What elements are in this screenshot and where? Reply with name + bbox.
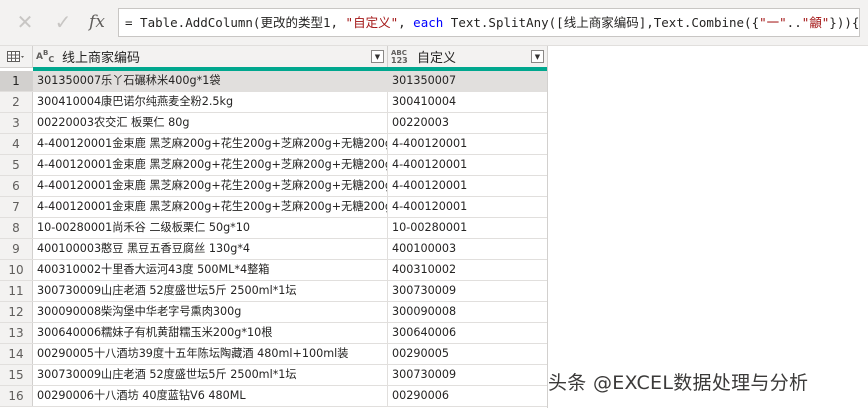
- cell-custom[interactable]: 400100003: [388, 239, 548, 259]
- table-row[interactable]: 14 00290005十八酒坊39度十五年陈坛陶藏酒 480ml+100ml装 00…: [0, 344, 548, 365]
- cell-custom[interactable]: 10-00280001: [388, 218, 548, 238]
- column-header-row: ABCABC 线上商家编码 ▼ ABC 123 自定义 ▼: [0, 46, 548, 68]
- row-number[interactable]: 16: [0, 386, 33, 406]
- cell-online-merchant-code[interactable]: 4-400120001金束鹿 黑芝麻200g+花生200g+芝麻200g+无糖2…: [33, 134, 388, 154]
- cell-custom[interactable]: 300730009: [388, 365, 548, 385]
- column-title: 自定义: [417, 51, 457, 66]
- row-number[interactable]: 12: [0, 302, 33, 322]
- cell-custom[interactable]: 4-400120001: [388, 176, 548, 196]
- cell-custom[interactable]: 300090008: [388, 302, 548, 322]
- cell-online-merchant-code[interactable]: 400100003憨豆 黑豆五香豆腐丝 130g*4: [33, 239, 388, 259]
- row-number[interactable]: 4: [0, 134, 33, 154]
- table-row[interactable]: 3 00220003农交汇 板栗仁 80g 00220003: [0, 113, 548, 134]
- table-row[interactable]: 8 10-00280001尚禾谷 二级板栗仁 50g*10 10-00280001: [0, 218, 548, 239]
- cell-custom[interactable]: 00290005: [388, 344, 548, 364]
- table-row[interactable]: 13 300640006糯妹子有机黄甜糯玉米200g*10根 300640006: [0, 323, 548, 344]
- table-grid-icon: [7, 50, 24, 62]
- grid-border: [547, 46, 548, 408]
- formula-token: ,: [398, 15, 414, 30]
- row-number[interactable]: 15: [0, 365, 33, 385]
- table-row[interactable]: 4 4-400120001金束鹿 黑芝麻200g+花生200g+芝麻200g+无糖…: [0, 134, 548, 155]
- cell-online-merchant-code[interactable]: 300640006糯妹子有机黄甜糯玉米200g*10根: [33, 323, 388, 343]
- column-header-custom[interactable]: ABC 123 自定义 ▼: [388, 46, 548, 67]
- cell-custom[interactable]: 400310002: [388, 260, 548, 280]
- cell-custom[interactable]: 00290006: [388, 386, 548, 406]
- table-body: 1 301350007乐丫石碾秫米400g*1袋 301350007 2 3004100…: [0, 71, 548, 407]
- cell-custom[interactable]: 4-400120001: [388, 155, 548, 175]
- table-row[interactable]: 7 4-400120001金束鹿 黑芝麻200g+花生200g+芝麻200g+无糖…: [0, 197, 548, 218]
- cell-online-merchant-code[interactable]: 400310002十里香大运河43度 500ML*4整箱: [33, 260, 388, 280]
- close-icon[interactable]: ✕: [10, 8, 40, 36]
- cell-custom[interactable]: 300640006: [388, 323, 548, 343]
- row-number[interactable]: 8: [0, 218, 33, 238]
- cell-online-merchant-code[interactable]: 4-400120001金束鹿 黑芝麻200g+花生200g+芝麻200g+无糖2…: [33, 176, 388, 196]
- chevron-down-icon[interactable]: ▼: [371, 50, 384, 63]
- cell-custom[interactable]: 00220003: [388, 113, 548, 133]
- formula-token: })){0}): [829, 15, 860, 30]
- column-title: 线上商家编码: [62, 51, 141, 66]
- watermark-text: 头条 @EXCEL数据处理与分析: [548, 372, 809, 394]
- row-number[interactable]: 11: [0, 281, 33, 301]
- row-number[interactable]: 14: [0, 344, 33, 364]
- formula-input[interactable]: = Table.AddColumn(更改的类型1, "自定义", each Te…: [118, 8, 860, 37]
- cell-custom[interactable]: 4-400120001: [388, 134, 548, 154]
- cell-custom[interactable]: 4-400120001: [388, 197, 548, 217]
- cell-custom[interactable]: 300730009: [388, 281, 548, 301]
- row-number[interactable]: 7: [0, 197, 33, 217]
- row-number[interactable]: 3: [0, 113, 33, 133]
- row-number[interactable]: 6: [0, 176, 33, 196]
- table-menu-icon[interactable]: [0, 46, 33, 67]
- table-row[interactable]: 10 400310002十里香大运河43度 500ML*4整箱 400310002: [0, 260, 548, 281]
- cell-online-merchant-code[interactable]: 300730009山庄老酒 52度盛世坛5斤 2500ml*1坛: [33, 281, 388, 301]
- table-row[interactable]: 9 400100003憨豆 黑豆五香豆腐丝 130g*4 400100003: [0, 239, 548, 260]
- row-number[interactable]: 9: [0, 239, 33, 259]
- table-row[interactable]: 2 300410004康巴诺尔纯燕麦全粉2.5kg 300410004: [0, 92, 548, 113]
- table-row[interactable]: 6 4-400120001金束鹿 黑芝麻200g+花生200g+芝麻200g+无糖…: [0, 176, 548, 197]
- row-number[interactable]: 10: [0, 260, 33, 280]
- table-row[interactable]: 16 00290006十八酒坊 40度蓝钻V6 480ML 00290006: [0, 386, 548, 407]
- formula-bar: ✕ ✓ fx = Table.AddColumn(更改的类型1, "自定义", …: [0, 0, 868, 46]
- row-number[interactable]: 1: [0, 71, 33, 91]
- checkmark-icon[interactable]: ✓: [48, 8, 78, 36]
- cell-online-merchant-code[interactable]: 300410004康巴诺尔纯燕麦全粉2.5kg: [33, 92, 388, 112]
- formula-token: "一": [759, 15, 787, 30]
- row-number[interactable]: 2: [0, 92, 33, 112]
- table-row[interactable]: 5 4-400120001金束鹿 黑芝麻200g+花生200g+芝麻200g+无糖…: [0, 155, 548, 176]
- formula-token: each: [413, 15, 444, 30]
- formula-token: = Table.AddColumn(更改的类型1,: [125, 15, 346, 30]
- cell-online-merchant-code[interactable]: 300730009山庄老酒 52度盛世坛5斤 2500ml*1坛: [33, 365, 388, 385]
- formula-token: "龥": [801, 15, 830, 30]
- cell-online-merchant-code[interactable]: 300090008柴沟堡中华老字号熏肉300g: [33, 302, 388, 322]
- formula-token: "自定义": [345, 15, 399, 30]
- row-number[interactable]: 13: [0, 323, 33, 343]
- cell-online-merchant-code[interactable]: 00290006十八酒坊 40度蓝钻V6 480ML: [33, 386, 388, 406]
- cell-online-merchant-code[interactable]: 00290005十八酒坊39度十五年陈坛陶藏酒 480ml+100ml装: [33, 344, 388, 364]
- cell-custom[interactable]: 300410004: [388, 92, 548, 112]
- any-type-icon[interactable]: ABC 123: [391, 49, 415, 65]
- data-grid: ABCABC 线上商家编码 ▼ ABC 123 自定义 ▼ 1301350007…: [0, 46, 548, 408]
- table-row[interactable]: 11 300730009山庄老酒 52度盛世坛5斤 2500ml*1坛 300730…: [0, 281, 548, 302]
- text-type-icon[interactable]: ABCABC: [36, 49, 60, 64]
- cell-online-merchant-code[interactable]: 00220003农交汇 板栗仁 80g: [33, 113, 388, 133]
- cell-online-merchant-code[interactable]: 4-400120001金束鹿 黑芝麻200g+花生200g+芝麻200g+无糖2…: [33, 197, 388, 217]
- cell-online-merchant-code[interactable]: 10-00280001尚禾谷 二级板栗仁 50g*10: [33, 218, 388, 238]
- column-header-online-merchant-code[interactable]: ABCABC 线上商家编码 ▼: [33, 46, 388, 67]
- table-row[interactable]: 12 300090008柴沟堡中华老字号熏肉300g 300090008: [0, 302, 548, 323]
- formula-token: ..: [786, 15, 802, 30]
- fx-icon[interactable]: fx: [82, 8, 112, 36]
- table-row[interactable]: 1 301350007乐丫石碾秫米400g*1袋 301350007: [0, 71, 548, 92]
- chevron-down-icon[interactable]: ▼: [531, 50, 544, 63]
- table-row[interactable]: 15 300730009山庄老酒 52度盛世坛5斤 2500ml*1坛 300730…: [0, 365, 548, 386]
- formula-token: Text.SplitAny([线上商家编码],Text.Combine({: [443, 15, 760, 30]
- cell-online-merchant-code[interactable]: 301350007乐丫石碾秫米400g*1袋: [33, 71, 388, 91]
- cell-online-merchant-code[interactable]: 4-400120001金束鹿 黑芝麻200g+花生200g+芝麻200g+无糖2…: [33, 155, 388, 175]
- row-number[interactable]: 5: [0, 155, 33, 175]
- cell-custom[interactable]: 301350007: [388, 71, 548, 91]
